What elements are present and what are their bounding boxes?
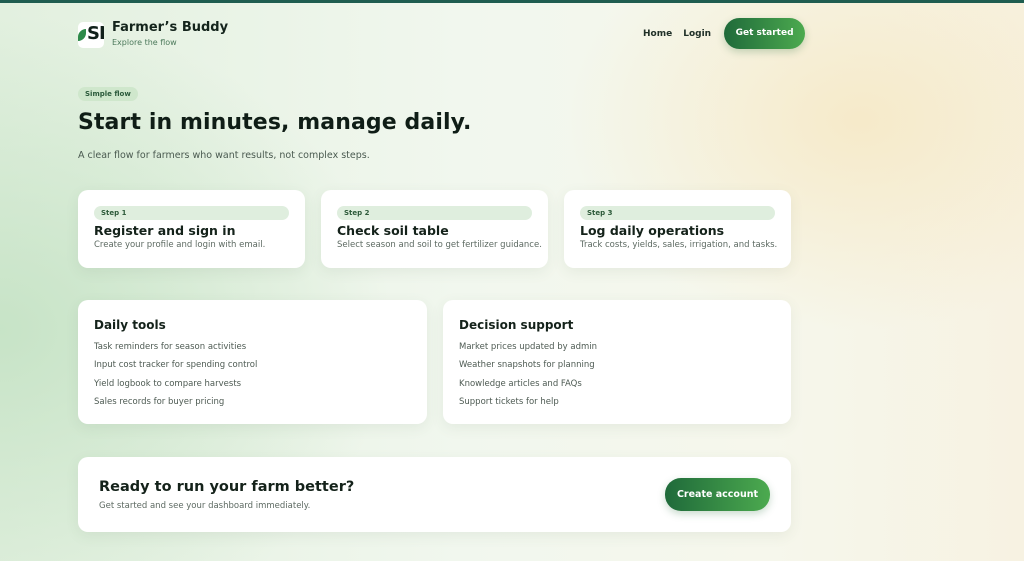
step-description: Track costs, yields, sales, irrigation, … — [580, 240, 778, 250]
top-nav: Home Login Get started — [643, 18, 806, 49]
step-card-3: Step 3 Log daily operations Track costs,… — [564, 190, 791, 268]
brand-text: Farmer’s Buddy Explore the flow — [112, 20, 228, 49]
leaf-icon — [78, 28, 86, 41]
create-account-button[interactable]: Create account — [665, 478, 770, 511]
list-item: Knowledge articles and FAQs — [459, 378, 582, 389]
nav-home-link[interactable]: Home — [643, 29, 672, 39]
decision-support-card: Decision support Market prices updated b… — [443, 300, 791, 424]
brand-tagline: Explore the flow — [112, 38, 177, 47]
cta-card: Ready to run your farm better? Get start… — [78, 457, 791, 532]
hero-badge: Simple flow — [78, 87, 138, 101]
step-label: Step 1 — [94, 206, 289, 220]
list-item: Task reminders for season activities — [94, 342, 247, 352]
cta-title: Ready to run your farm better? — [99, 479, 355, 495]
top-accent-bar — [0, 0, 1024, 3]
step-label: Step 2 — [337, 206, 532, 220]
list-item: Sales records for buyer pricing — [94, 396, 225, 407]
step-title: Check soil table — [337, 223, 449, 238]
daily-tools-card: Daily tools Task reminders for season ac… — [78, 300, 427, 424]
cta-subtitle: Get started and see your dashboard immed… — [99, 501, 311, 511]
list-item: Market prices updated by admin — [459, 342, 598, 352]
brand-name: Farmer’s Buddy — [112, 20, 229, 35]
step-description: Create your profile and login with email… — [94, 240, 266, 250]
step-label: Step 3 — [580, 206, 775, 220]
list-item: Weather snapshots for planning — [459, 360, 595, 371]
farm-logo-icon: SI — [78, 21, 104, 48]
page-title: Start in minutes, manage daily. — [78, 110, 472, 135]
list-item: Yield logbook to compare harvests — [94, 378, 242, 389]
step-card-1: Step 1 Register and sign in Create your … — [78, 190, 305, 268]
logo-mark: SI — [87, 22, 104, 44]
get-started-button[interactable]: Get started — [724, 18, 806, 49]
feature-title: Daily tools — [94, 318, 166, 332]
feature-list: Market prices updated by admin Weather s… — [459, 342, 597, 415]
nav-login-link[interactable]: Login — [683, 29, 711, 39]
page-subtitle: A clear flow for farmers who want result… — [78, 150, 370, 161]
step-description: Select season and soil to get fertilizer… — [337, 240, 542, 250]
feature-title: Decision support — [459, 318, 574, 332]
step-title: Register and sign in — [94, 223, 236, 238]
list-item: Support tickets for help — [459, 396, 559, 407]
brand[interactable]: SI Farmer’s Buddy Explore the flow — [78, 20, 228, 49]
list-item: Input cost tracker for spending control — [94, 360, 258, 371]
feature-list: Task reminders for season activities Inp… — [94, 342, 257, 415]
step-title: Log daily operations — [580, 223, 725, 238]
step-card-2: Step 2 Check soil table Select season an… — [321, 190, 548, 268]
